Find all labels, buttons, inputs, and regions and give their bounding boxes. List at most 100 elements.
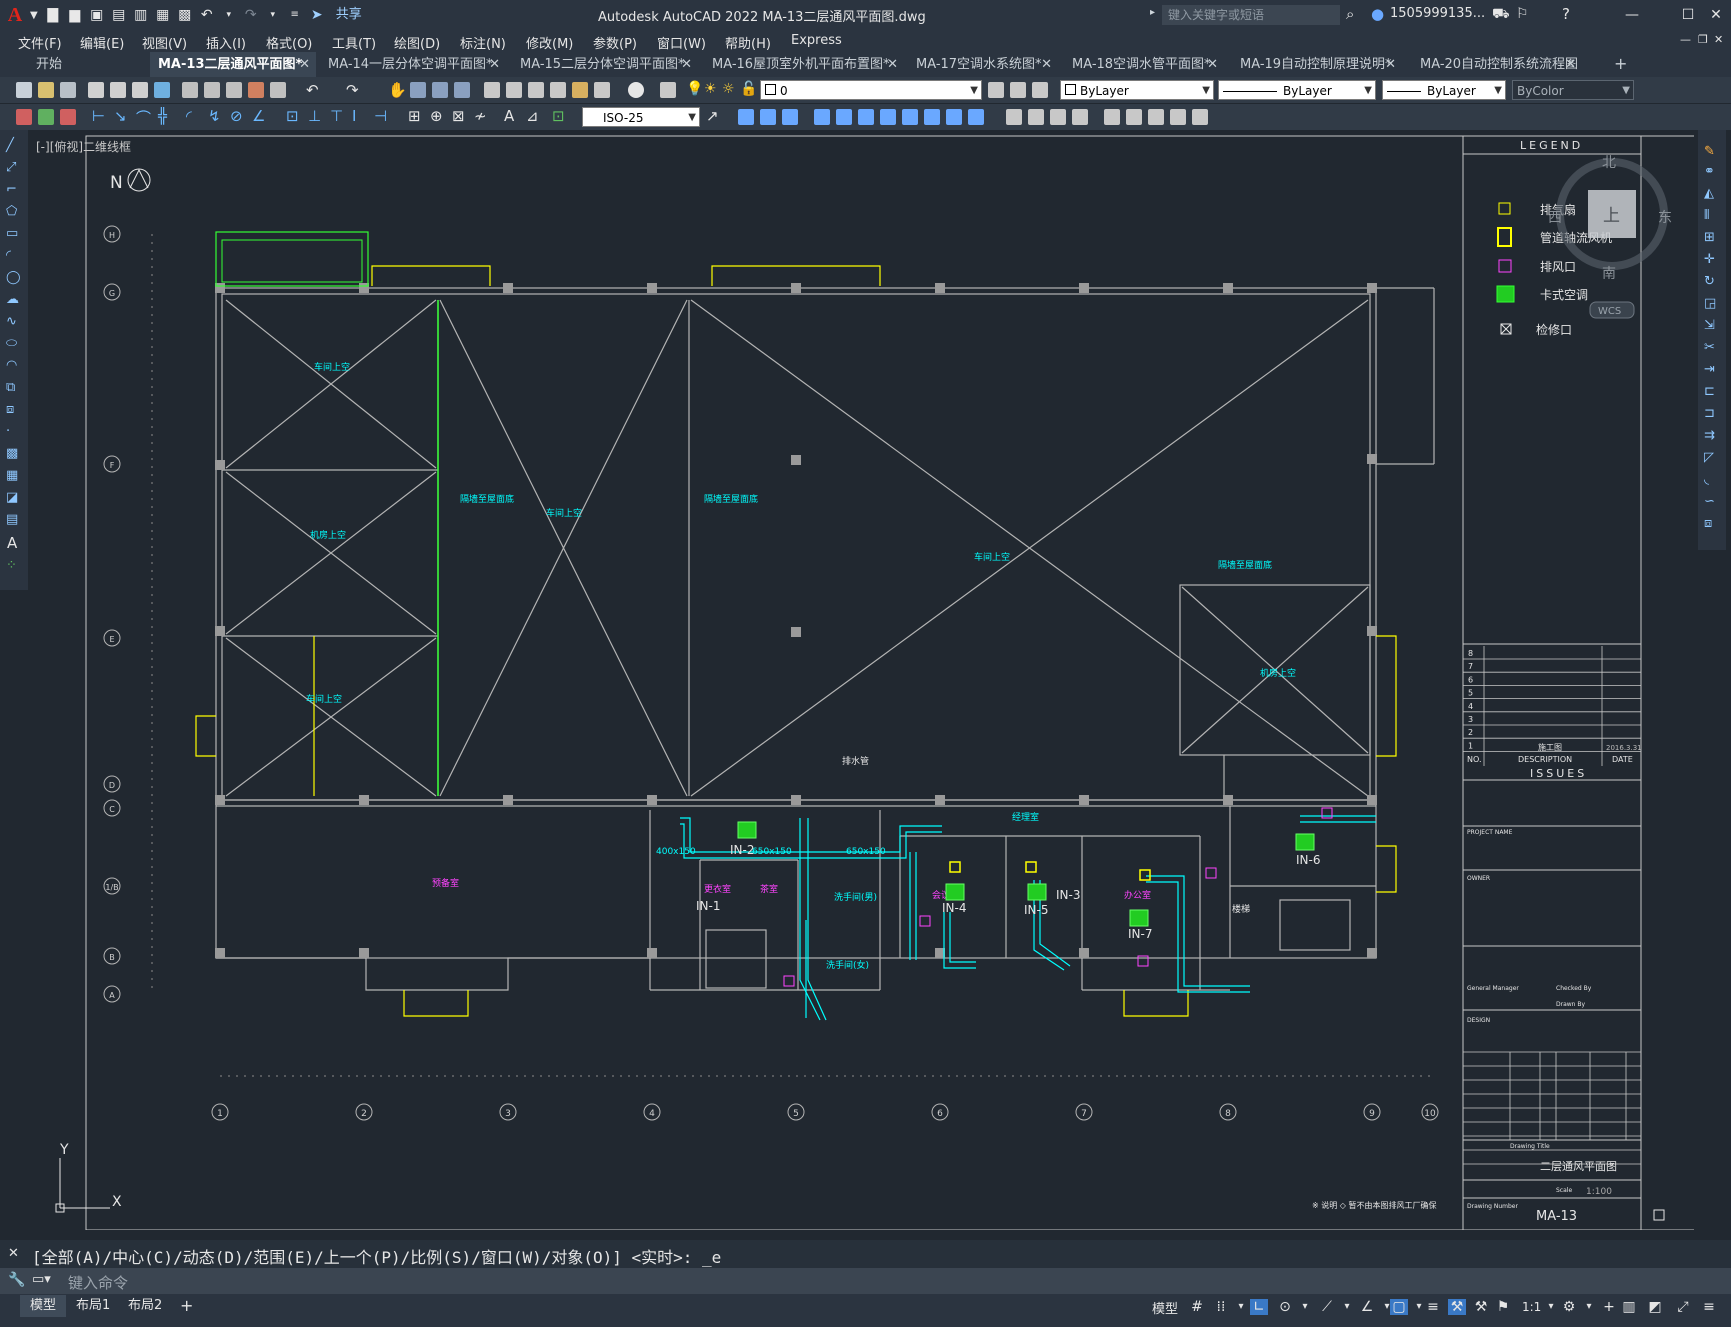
layer-tool-2-icon[interactable] [38, 109, 54, 125]
insert-block-icon[interactable]: ⧉ [6, 380, 15, 395]
layout-tab-model[interactable]: 模型 [20, 1295, 67, 1317]
quick-properties-icon[interactable]: ◩ [1646, 1299, 1664, 1315]
viewcube-top-label[interactable]: 上 [1603, 206, 1620, 226]
tab-close-icon[interactable]: ✕ [887, 52, 898, 77]
lineweight-icon[interactable]: ≡ [1424, 1299, 1442, 1315]
erase-icon[interactable]: ✎ [1704, 144, 1715, 159]
3d-print-icon[interactable] [154, 82, 170, 98]
zoom-previous-icon[interactable] [454, 82, 470, 98]
model-space-button[interactable]: 模型 [1152, 1298, 1178, 1317]
baseline-icon[interactable]: ⊥ [308, 107, 321, 125]
undo-icon[interactable]: ↶ [306, 81, 319, 99]
chamfer-icon[interactable]: ◸ [1704, 450, 1714, 465]
arc-icon[interactable]: ◜ [6, 248, 11, 263]
maximize-icon[interactable]: ☐ [1676, 3, 1700, 27]
plot-icon[interactable] [88, 82, 104, 98]
dimension-edit-icon[interactable]: A [504, 107, 514, 125]
fillet-icon[interactable] [1072, 109, 1088, 125]
layer-lock-icon[interactable]: 🔓 [740, 81, 757, 97]
revision-cloud-icon[interactable]: ☁ [6, 292, 19, 307]
rectangle-icon[interactable]: ▭ [6, 226, 18, 241]
ortho-icon[interactable]: ∟ [1250, 1299, 1268, 1315]
tab-close-icon[interactable]: ✕ [1207, 52, 1218, 77]
command-input[interactable]: 键入命令 [68, 1272, 128, 1293]
layer-state-icon[interactable] [1032, 82, 1048, 98]
publish-icon[interactable] [132, 82, 148, 98]
break-icon[interactable]: ⊐ [1704, 406, 1715, 421]
tab-close-icon[interactable]: ✕ [1385, 52, 1396, 77]
doc-close-icon[interactable]: ✕ [1714, 33, 1723, 46]
annotation-scale-auto-icon[interactable]: ⚒ [1472, 1299, 1490, 1315]
circle-icon[interactable]: ◯ [6, 270, 21, 285]
share-icon[interactable]: ➤ [308, 7, 326, 23]
app-menu-chevron-icon[interactable]: ▼ [30, 10, 38, 21]
annotation-scale-icon[interactable]: ⚑ [1494, 1299, 1512, 1315]
undo-icon[interactable]: ↶ [198, 7, 216, 23]
open-file-icon[interactable]: ▆ [66, 7, 84, 23]
save-as-icon[interactable]: ▤ [110, 7, 128, 23]
layer-dropdown[interactable]: 0 ▼ [760, 80, 982, 100]
move-icon[interactable]: ✛ [1704, 252, 1715, 267]
draw-order-icon[interactable] [1170, 109, 1186, 125]
explode-icon[interactable] [1104, 109, 1120, 125]
tab-ma-15[interactable]: MA-15二层分体空调平面图* ✕ [512, 52, 698, 77]
dimension-text-edit-icon[interactable]: ⊿ [526, 107, 539, 125]
angular-icon[interactable]: ∠ [252, 107, 265, 125]
drawing-canvas[interactable]: 87654321 车间上空 机房上空 车间上空 隔墙至屋面底 车间上空 隔墙至屋… [28, 130, 1694, 1230]
redo-dropdown-icon[interactable]: ▾ [264, 7, 282, 23]
snap-dropdown-icon[interactable]: ▾ [1232, 1299, 1250, 1315]
workspace-dropdown-icon[interactable]: ▾ [1580, 1299, 1598, 1315]
menu-modify[interactable]: 修改(M) [526, 33, 573, 52]
doc-minimize-icon[interactable]: — [1680, 33, 1691, 46]
jogged-linear-icon[interactable]: ≁ [474, 107, 487, 125]
diameter-icon[interactable]: ⊘ [230, 107, 243, 125]
line-icon[interactable]: ╱ [6, 138, 14, 153]
annotation-scale-value[interactable]: 1:1 [1522, 1300, 1541, 1314]
copy-icon[interactable]: ⚭ [1704, 164, 1715, 179]
viewcube-south-label[interactable]: 南 [1602, 266, 1616, 282]
radius-icon[interactable]: ◜ [186, 107, 192, 125]
tab-close-icon[interactable]: ✕ [1041, 52, 1052, 77]
tab-close-icon[interactable]: ✕ [299, 52, 310, 77]
new-file-icon[interactable]: ▇ [44, 7, 62, 23]
center-mark-icon[interactable]: ⊕ [430, 107, 443, 125]
save-web-icon[interactable]: ▦ [154, 7, 172, 23]
new-tab-icon[interactable]: + [1614, 54, 1627, 73]
multiline-text-icon[interactable]: A [7, 534, 17, 552]
extend-icon[interactable]: ⇥ [1704, 362, 1715, 377]
sheet-set-icon[interactable] [550, 82, 566, 98]
object-snap-tracking-icon[interactable]: ∠ [1358, 1299, 1376, 1315]
polygon-icon[interactable]: ⬠ [6, 204, 17, 219]
construction-line-icon[interactable]: ⤢ [6, 160, 16, 175]
rotate-icon[interactable]: ↻ [1704, 274, 1715, 289]
layer-tool-1-icon[interactable] [16, 109, 32, 125]
polar-tracking-icon[interactable]: ⊙ [1276, 1299, 1294, 1315]
offset-icon[interactable]: ⫴ [1704, 208, 1709, 223]
rotate-icon[interactable] [880, 109, 896, 125]
trim-icon[interactable]: ✂ [1704, 340, 1715, 355]
join-icon[interactable] [1028, 109, 1044, 125]
customize-icon[interactable]: 🔧 [8, 1272, 25, 1288]
join-icon[interactable]: ⇉ [1704, 428, 1715, 443]
measure-icon[interactable] [1192, 109, 1208, 125]
stretch-icon[interactable]: ⇲ [1704, 318, 1715, 333]
make-block-icon[interactable]: ⧈ [6, 402, 14, 417]
inspect-icon[interactable]: ⊠ [452, 107, 465, 125]
menu-window[interactable]: 窗口(W) [657, 33, 706, 52]
quickcalc-icon[interactable] [594, 82, 610, 98]
plot-preview-icon[interactable] [110, 82, 126, 98]
extend-icon[interactable] [968, 109, 984, 125]
design-center-icon[interactable] [506, 82, 522, 98]
explode-icon[interactable]: ⧈ [1704, 516, 1712, 531]
spline-icon[interactable]: ∿ [6, 314, 17, 329]
dimension-break-icon[interactable]: ⊣ [374, 107, 387, 125]
cut-icon[interactable] [182, 82, 198, 98]
match-properties-icon[interactable] [248, 82, 264, 98]
move-icon[interactable] [858, 109, 874, 125]
menu-draw[interactable]: 绘图(D) [394, 33, 440, 52]
arc-length-icon[interactable]: ⌒ [136, 107, 151, 128]
chamfer-icon[interactable] [1050, 109, 1066, 125]
ungroup-icon[interactable] [1148, 109, 1164, 125]
break-icon[interactable] [1006, 109, 1022, 125]
group-icon[interactable] [1126, 109, 1142, 125]
